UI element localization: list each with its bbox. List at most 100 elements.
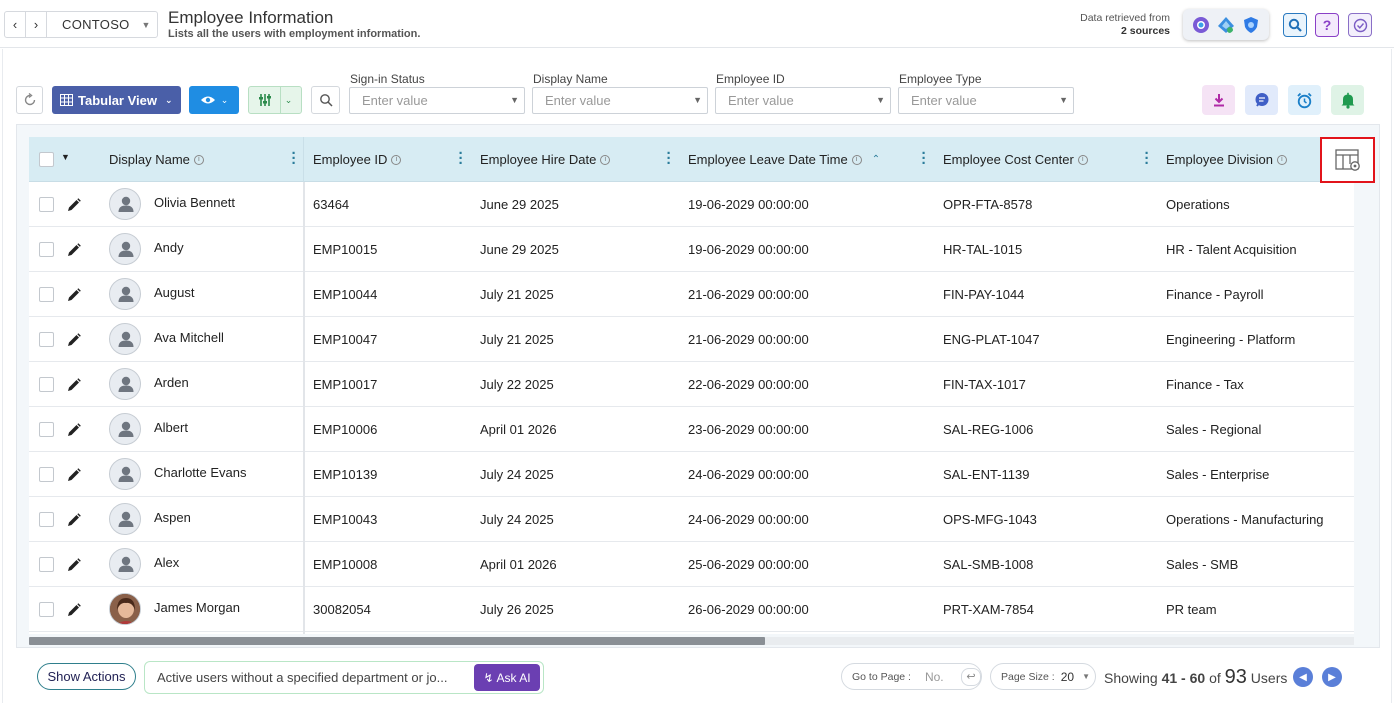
go-to-page-input[interactable]: No.	[925, 670, 955, 684]
edit-pencil-icon[interactable]	[66, 557, 82, 573]
info-icon[interactable]: i	[1276, 154, 1287, 165]
edit-pencil-icon[interactable]	[66, 332, 82, 348]
table-row[interactable]: August EMP10044 July 21 2025 21-06-2029 00:…	[29, 272, 1354, 317]
row-checkbox[interactable]	[39, 242, 54, 257]
bulk-select-chevron-icon[interactable]: ▼	[61, 152, 70, 162]
previous-page-button[interactable]: ◀	[1293, 667, 1313, 687]
filter-employee-type[interactable]: Enter value ▼	[898, 87, 1074, 114]
column-title: Employee Hire Date	[480, 152, 597, 167]
column-menu-icon[interactable]: · · ·	[921, 146, 927, 171]
search-toggle-button[interactable]	[311, 86, 340, 114]
column-settings-button[interactable]	[1320, 137, 1375, 183]
info-icon[interactable]: i	[851, 154, 862, 165]
display-name-cell[interactable]: Charlotte Evans	[154, 450, 247, 495]
edit-pencil-icon[interactable]	[66, 242, 82, 258]
display-name-cell[interactable]: Aspen	[154, 495, 191, 540]
table-row[interactable]: Olivia Bennett 63464 June 29 2025 19-06-202…	[29, 182, 1354, 227]
row-checkbox[interactable]	[39, 467, 54, 482]
refresh-button[interactable]	[16, 86, 43, 114]
chevron-down-icon[interactable]: ▼	[135, 20, 157, 30]
chevron-left-icon: ◀	[1299, 671, 1307, 683]
select-all-checkbox[interactable]	[39, 152, 54, 167]
table-row[interactable]: Albert EMP10006 April 01 2026 23-06-2029 00…	[29, 407, 1354, 452]
info-icon[interactable]: i	[600, 154, 611, 165]
display-name-cell[interactable]: Ava Mitchell	[154, 315, 224, 360]
help-button[interactable]: ?	[1315, 13, 1339, 37]
table-row[interactable]: Aspen EMP10043 July 24 2025 24-06-2029 00:0…	[29, 497, 1354, 542]
row-checkbox[interactable]	[39, 602, 54, 617]
filter-signin-status[interactable]: Enter value ▼	[349, 87, 525, 114]
clock-check-icon	[1353, 18, 1367, 32]
row-checkbox[interactable]	[39, 332, 54, 347]
row-checkbox[interactable]	[39, 557, 54, 572]
total-unit: Users	[1250, 670, 1288, 686]
column-menu-icon[interactable]: · · ·	[666, 146, 672, 171]
tasks-button[interactable]	[1348, 13, 1372, 37]
column-menu-icon[interactable]: · · ·	[291, 146, 297, 171]
info-icon[interactable]: i	[193, 154, 204, 165]
tenant-selector[interactable]: CONTOSO	[47, 17, 135, 32]
row-checkbox[interactable]	[39, 287, 54, 302]
notifications-button[interactable]	[1331, 85, 1364, 115]
table-row[interactable]: James Morgan 30082054 July 26 2025 26-06-20…	[29, 587, 1354, 632]
next-page-button[interactable]: ▶	[1322, 667, 1342, 687]
column-menu-icon[interactable]: · · ·	[458, 146, 464, 171]
row-checkbox[interactable]	[39, 512, 54, 527]
info-icon[interactable]: i	[391, 154, 402, 165]
display-name-cell[interactable]: Olivia Bennett	[154, 180, 235, 225]
column-header-display-name[interactable]: Display Name i	[109, 137, 204, 182]
row-checkbox[interactable]	[39, 377, 54, 392]
data-sources-button[interactable]	[1183, 9, 1269, 40]
chat-button[interactable]	[1245, 85, 1278, 115]
edit-pencil-icon[interactable]	[66, 602, 82, 618]
edit-pencil-icon[interactable]	[66, 422, 82, 438]
edit-pencil-icon[interactable]	[66, 377, 82, 393]
column-header-leave-date[interactable]: Employee Leave Date Time i ⌃	[688, 137, 880, 182]
hire-date-cell: July 21 2025	[480, 332, 554, 347]
filter-display-name[interactable]: Enter value ▼	[532, 87, 708, 114]
table-row[interactable]: Alex EMP10008 April 01 2026 25-06-2029 00:0…	[29, 542, 1354, 587]
download-button[interactable]	[1202, 85, 1235, 115]
edit-pencil-icon[interactable]	[66, 197, 82, 213]
display-name-cell[interactable]: Albert	[154, 405, 188, 450]
visibility-selector[interactable]: ⌄	[189, 86, 239, 114]
search-button[interactable]	[1283, 13, 1307, 37]
frozen-column-divider	[303, 182, 305, 634]
table-row[interactable]: Ava Mitchell EMP10047 July 21 2025 21-06-20…	[29, 317, 1354, 362]
leave-date-cell: 25-06-2029 00:00:00	[688, 557, 809, 572]
column-header-hire-date[interactable]: Employee Hire Date i	[480, 137, 611, 182]
table-row[interactable]: Charlotte Evans EMP10139 July 24 2025 24-06…	[29, 452, 1354, 497]
row-checkbox[interactable]	[39, 197, 54, 212]
edit-pencil-icon[interactable]	[66, 287, 82, 303]
column-header-division[interactable]: Employee Division i	[1166, 137, 1287, 182]
column-header-employee-id[interactable]: Employee ID i	[313, 137, 402, 182]
edit-pencil-icon[interactable]	[66, 512, 82, 528]
display-name-cell[interactable]: August	[154, 270, 194, 315]
show-actions-button[interactable]: Show Actions	[37, 663, 136, 690]
view-selector[interactable]: Tabular View ⌄	[52, 86, 181, 114]
info-icon[interactable]: i	[1077, 154, 1088, 165]
column-filter-button[interactable]: ⌄	[248, 86, 302, 114]
filter-employee-id[interactable]: Enter value ▼	[715, 87, 891, 114]
horizontal-scrollbar-thumb[interactable]	[29, 637, 765, 645]
ai-query-text[interactable]: Active users without a specified departm…	[157, 670, 447, 685]
page-size-selector[interactable]: Page Size : 20 ▼	[990, 663, 1096, 690]
ask-ai-button[interactable]: ↯ Ask AI	[474, 664, 540, 691]
enter-icon[interactable]: ↩	[960, 667, 981, 686]
column-menu-icon[interactable]: · · ·	[1144, 146, 1150, 171]
sort-ascending-icon[interactable]: ⌃	[872, 154, 880, 165]
alarm-button[interactable]	[1288, 85, 1321, 115]
edit-pencil-icon[interactable]	[66, 467, 82, 483]
showing-of: of	[1209, 670, 1221, 686]
forward-arrow-icon[interactable]: ›	[26, 17, 46, 32]
display-name-cell[interactable]: Alex	[154, 540, 179, 585]
table-row[interactable]: Andy EMP10015 June 29 2025 19-06-2029 00:00…	[29, 227, 1354, 272]
display-name-cell[interactable]: Andy	[154, 225, 184, 270]
display-name-cell[interactable]: James Morgan	[154, 585, 240, 630]
column-header-cost-center[interactable]: Employee Cost Center i	[943, 137, 1088, 182]
display-name-cell[interactable]: Arden	[154, 360, 189, 405]
defender-icon	[1243, 16, 1258, 33]
row-checkbox[interactable]	[39, 422, 54, 437]
back-arrow-icon[interactable]: ‹	[5, 17, 25, 32]
table-row[interactable]: Arden EMP10017 July 22 2025 22-06-2029 00:0…	[29, 362, 1354, 407]
